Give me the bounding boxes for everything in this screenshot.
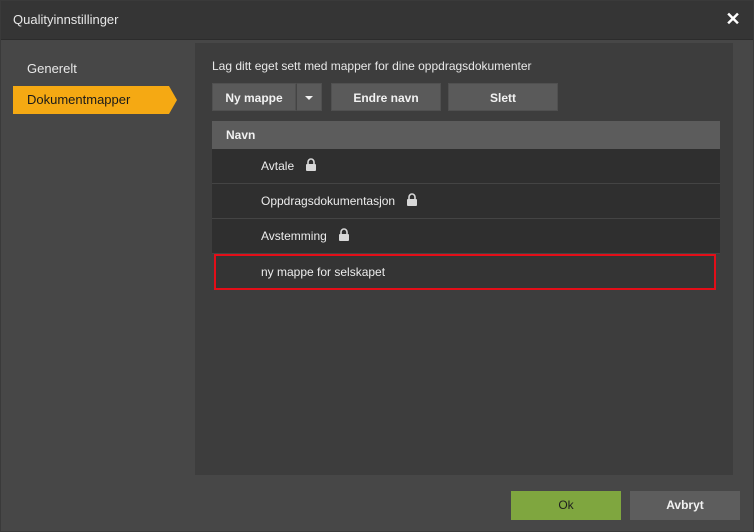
table-row[interactable]: Avtale (212, 149, 720, 184)
content-panel: Lag ditt eget sett med mapper for dine o… (195, 43, 733, 475)
lock-icon (339, 228, 350, 242)
table-row[interactable]: Oppdragsdokumentasjon (212, 184, 720, 219)
settings-dialog: Qualityinnstillinger ✕ Generelt Dokument… (0, 0, 754, 532)
chevron-down-icon (305, 95, 313, 100)
folder-table: Navn Avtale Oppdragsdokumentasjon Avstem… (212, 121, 720, 290)
new-folder-dropdown-button[interactable] (296, 83, 322, 111)
delete-button[interactable]: Slett (448, 83, 558, 111)
cancel-button[interactable]: Avbryt (630, 491, 740, 520)
rename-button[interactable]: Endre navn (331, 83, 441, 111)
new-folder-button[interactable]: Ny mappe (212, 83, 296, 111)
sidebar-item-document-folders[interactable]: Dokumentmapper (13, 86, 177, 114)
sidebar-item-general[interactable]: Generelt (13, 55, 163, 83)
lock-icon (407, 193, 418, 207)
lock-icon (306, 158, 317, 172)
ok-button[interactable]: Ok (511, 491, 621, 520)
folder-name: ny mappe for selskapet (261, 265, 386, 279)
folder-name: Avstemming (261, 229, 327, 243)
folder-name: Oppdragsdokumentasjon (261, 194, 396, 208)
dialog-title: Qualityinnstillinger (13, 12, 119, 27)
description-text: Lag ditt eget sett med mapper for dine o… (212, 59, 532, 73)
sidebar: Generelt Dokumentmapper (1, 41, 195, 481)
close-icon[interactable]: ✕ (723, 9, 743, 29)
column-header-name[interactable]: Navn (212, 121, 720, 149)
title-bar: Qualityinnstillinger ✕ (1, 1, 753, 40)
table-row[interactable]: Avstemming (212, 219, 720, 254)
folder-name: Avtale (261, 159, 295, 173)
table-row-new-folder[interactable]: ny mappe for selskapet (214, 254, 716, 290)
